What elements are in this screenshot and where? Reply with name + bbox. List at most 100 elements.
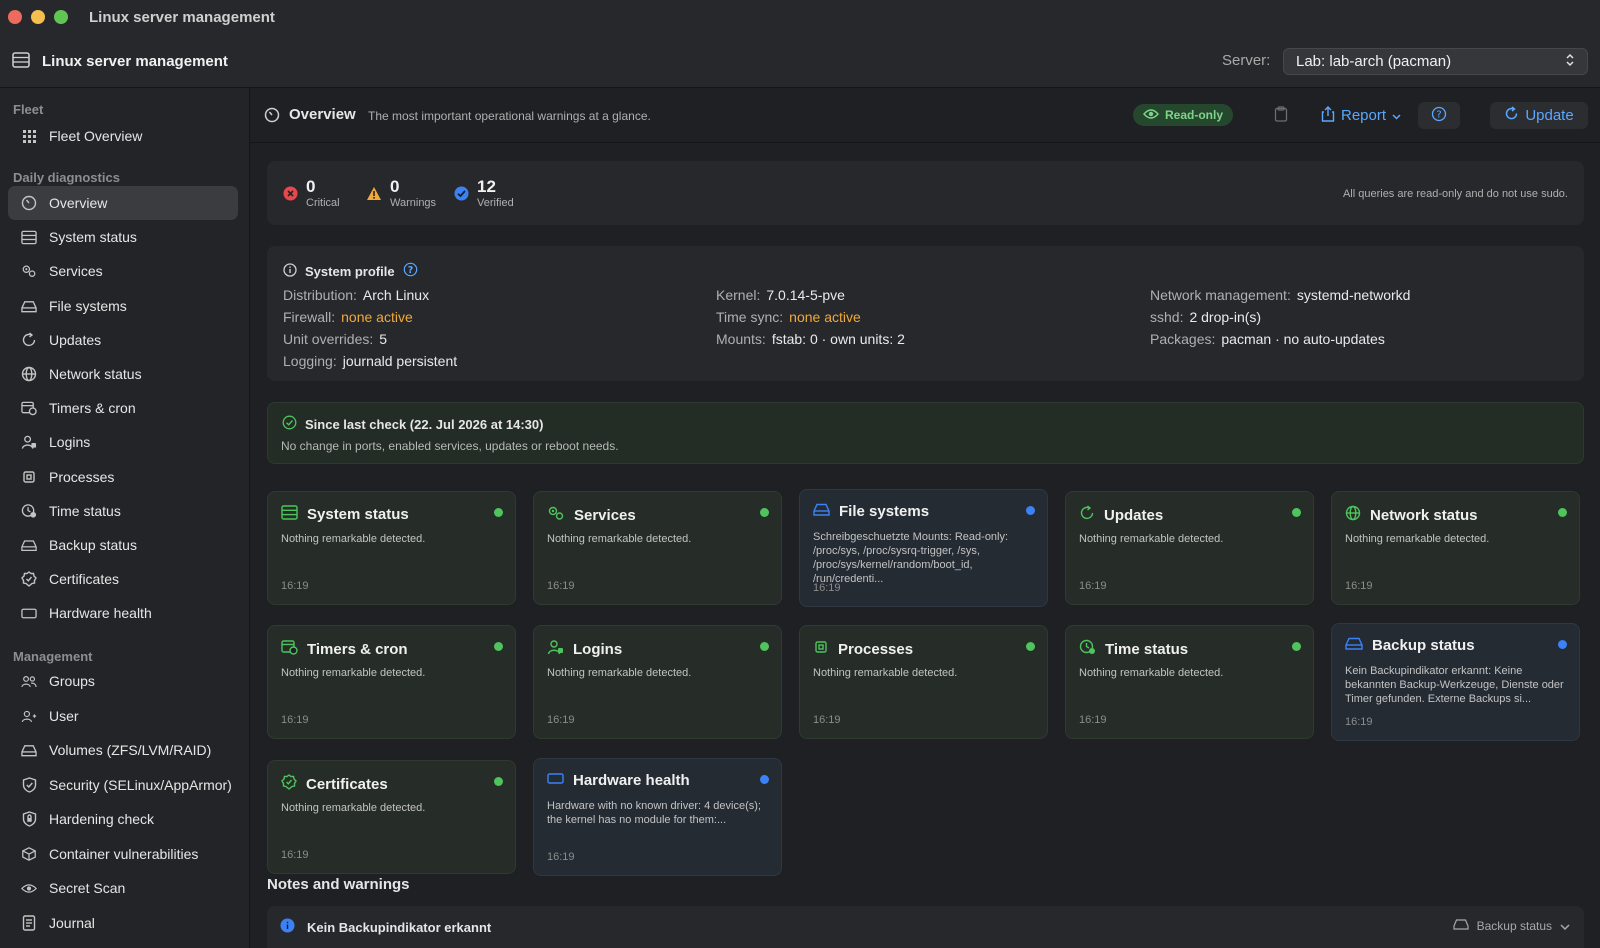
card-timestamp: 16:19 [1079,580,1107,592]
profile-key: Packages: [1150,331,1216,347]
server-select[interactable]: Lab: lab-arch (pacman) [1283,48,1588,75]
sidebar-item-label: Journal [49,915,95,931]
globe-icon [21,366,37,382]
svg-text:?: ? [1436,109,1441,120]
sidebar-item-journal[interactable]: Journal [8,906,238,940]
card-title: Hardware health [573,772,690,789]
card-header: Hardware health [547,772,690,789]
sidebar-toggle-icon[interactable] [12,52,30,71]
copy-button[interactable] [1263,102,1299,129]
sidebar: Fleet Fleet Overview Daily diagnostics Over… [0,88,250,948]
status-dot [760,508,769,517]
sidebar-item-label: Container vulnerabilities [49,846,199,862]
card-timestamp: 16:19 [813,582,841,594]
critical-count: 0 Critical [283,177,340,209]
status-card-certificates[interactable]: Certificates Nothing remarkable detected.… [267,760,516,874]
status-dot [1292,508,1301,517]
status-card-logins[interactable]: Logins Nothing remarkable detected. 16:19 [533,625,782,739]
status-dot [1026,642,1035,651]
sidebar-item-services[interactable]: Services [8,254,238,288]
profile-value: none active [789,309,861,325]
status-card-backup-status[interactable]: Backup status Kein Backupindikator erkann… [1331,623,1580,741]
profile-value: systemd-networkd [1296,287,1411,303]
sidebar-item-volumes-zfs-lvm-raid[interactable]: Volumes (ZFS/LVM/RAID) [8,733,238,767]
sidebar-item-processes[interactable]: Processes [8,460,238,494]
card-title: Processes [838,640,914,658]
card-title: Timers & cron [307,640,408,658]
card-timestamp: 16:19 [547,714,575,726]
profile-row: Kernel: 7.0.14-5-pve [716,287,845,303]
readonly-badge: Read-only [1133,104,1233,126]
sidebar-item-user[interactable]: User [8,699,238,733]
sidebar-item-file-systems[interactable]: File systems [8,289,238,323]
sidebar-item-secret-scan[interactable]: Secret Scan [8,871,238,905]
update-button[interactable]: Update [1490,102,1588,129]
card-header: Time status [1079,639,1188,659]
gauge-icon [264,107,280,126]
report-button[interactable]: Report [1318,102,1404,129]
profile-key: Mounts: [716,331,766,347]
card-text: Nothing remarkable detected. [1345,533,1490,545]
sidebar-item-groups[interactable]: Groups [8,664,238,698]
sidebar-item-security-selinux-apparmor[interactable]: Security (SELinux/AppArmor) [8,768,238,802]
sidebar-item-certificates[interactable]: Certificates [8,562,238,596]
status-dot [1558,640,1567,649]
close-window-button[interactable] [8,10,22,24]
card-title: Time status [1105,640,1189,658]
status-card-timers-cron[interactable]: Timers & cron Nothing remarkable detected… [267,625,516,739]
help-button[interactable]: ? [1418,102,1460,129]
sidebar-item-label: Time status [49,503,121,519]
card-title: Certificates [306,775,388,793]
status-card-processes[interactable]: Processes Nothing remarkable detected. 16:… [799,625,1048,739]
sidebar-item-updates[interactable]: Updates [8,323,238,357]
status-card-services[interactable]: Services Nothing remarkable detected. 16:1… [533,491,782,605]
card-text: Nothing remarkable detected. [281,667,426,679]
sidebar-section-header: Daily diagnostics [13,170,120,185]
minimize-window-button[interactable] [31,10,45,24]
backup-drive-icon [1345,637,1363,654]
status-card-file-systems[interactable]: File systems Schreibgeschuetzte Mounts: R… [799,489,1048,607]
sidebar-item-overview[interactable]: Overview [8,186,238,220]
status-card-network-status[interactable]: Network status Nothing remarkable detecte… [1331,491,1580,605]
card-timestamp: 16:19 [1345,580,1373,592]
status-card-hardware-health[interactable]: Hardware health Hardware with no known dr… [533,758,782,876]
profile-value: journald persistent [342,353,458,369]
profile-row: Mounts: fstab: 0 · own units: 2 [716,331,905,347]
status-card-updates[interactable]: Updates Nothing remarkable detected. 16:19 [1065,491,1314,605]
help-icon[interactable]: ? [403,262,418,280]
card-text: Nothing remarkable detected. [281,533,426,545]
zoom-window-button[interactable] [54,10,68,24]
refresh-icon [1079,505,1095,525]
sidebar-item-label: Security (SELinux/AppArmor) [49,777,232,793]
drive-icon [21,298,37,314]
card-timestamp: 16:19 [281,714,309,726]
lock-shield-icon [21,811,37,827]
note-row[interactable]: Kein Backupindikator erkannt Backup stat… [267,906,1584,948]
sidebar-item-label: Backup status [49,537,137,553]
sidebar-item-timers-cron[interactable]: Timers & cron [8,391,238,425]
sidebar-item-system-status[interactable]: System status [8,220,238,254]
card-header: Logins [547,639,622,659]
app-title: Linux server management [42,53,228,70]
sidebar-item-logins[interactable]: Logins [8,425,238,459]
status-card-system-status[interactable]: System status Nothing remarkable detected… [267,491,516,605]
sidebar-item-label: Processes [49,469,115,485]
sidebar-item-backup-status[interactable]: Backup status [8,528,238,562]
chevron-down-icon[interactable] [1560,919,1570,933]
sidebar-item-fleet-overview[interactable]: Fleet Overview [8,119,238,153]
profile-value: fstab: 0 · own units: 2 [771,331,905,347]
note-title-group: Kein Backupindikator erkannt [280,918,491,936]
profile-key: Distribution: [283,287,357,303]
sidebar-item-network-status[interactable]: Network status [8,357,238,391]
profile-row: sshd: 2 drop-in(s) [1150,309,1261,325]
help-icon: ? [1431,106,1447,126]
sidebar-item-hardware-health[interactable]: Hardware health [8,596,238,630]
status-card-time-status[interactable]: Time status Nothing remarkable detected. 1… [1065,625,1314,739]
updown-chevron-icon [1565,53,1575,71]
user-lock-icon [547,639,564,659]
sidebar-item-time-status[interactable]: Time status [8,494,238,528]
sidebar-item-hardening-check[interactable]: Hardening check [8,802,238,836]
profile-row: Time sync: none active [716,309,861,325]
sidebar-item-label: Logins [49,434,91,450]
sidebar-item-container-vulnerabilities[interactable]: Container vulnerabilities [8,837,238,871]
